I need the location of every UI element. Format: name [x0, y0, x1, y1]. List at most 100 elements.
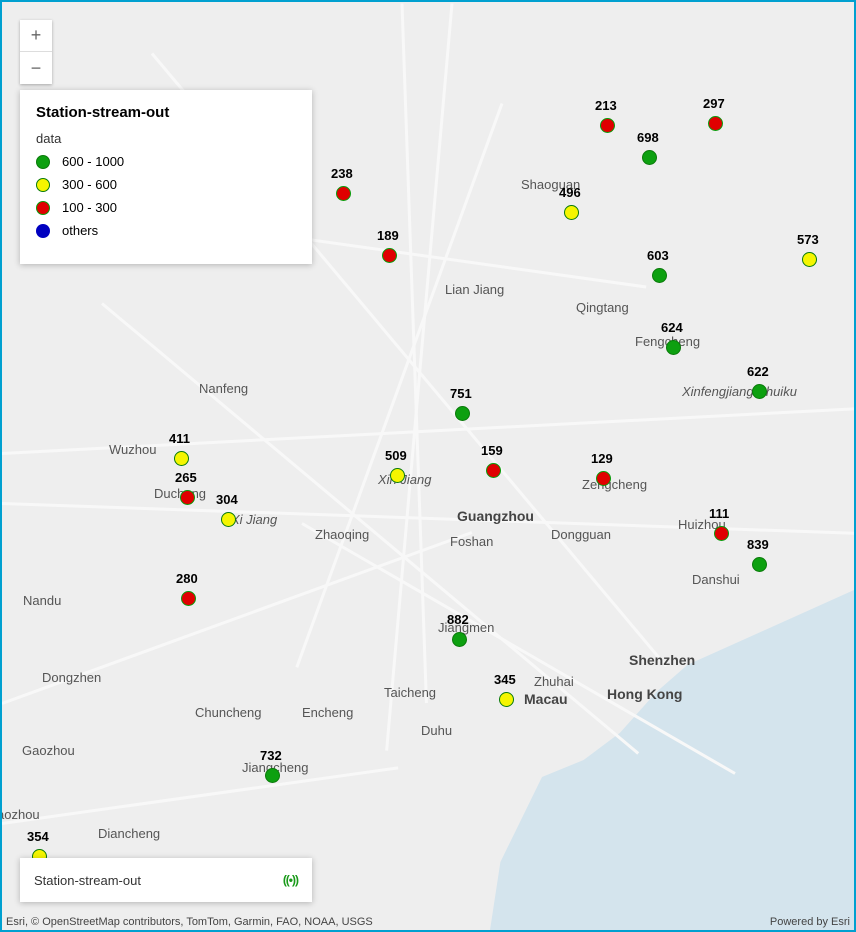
station-value: 603 — [647, 248, 669, 263]
station-dot[interactable] — [802, 252, 817, 267]
legend-swatch — [36, 155, 50, 169]
station-dot[interactable] — [600, 118, 615, 133]
station-dot[interactable] — [221, 512, 236, 527]
legend-label: 100 - 300 — [62, 200, 117, 215]
city-label: Lian Jiang — [445, 282, 504, 297]
attrib-left: Esri, © OpenStreetMap contributors, TomT… — [6, 916, 373, 928]
station-marker[interactable]: 304 — [221, 512, 236, 527]
station-marker[interactable]: 624 — [666, 340, 681, 355]
station-value: 411 — [169, 431, 190, 446]
station-dot[interactable] — [708, 116, 723, 131]
city-label: Macau — [524, 691, 568, 707]
station-value: 624 — [661, 320, 683, 335]
legend-swatch — [36, 201, 50, 215]
station-marker[interactable]: 129 — [596, 471, 611, 486]
city-label: Gaozhou — [22, 743, 75, 758]
station-marker[interactable]: 213 — [600, 118, 615, 133]
station-value: 280 — [176, 571, 198, 586]
station-value: 345 — [494, 672, 516, 687]
legend-row: 600 - 1000 — [36, 154, 296, 169]
city-label: aozhou — [0, 807, 40, 822]
attribution: Esri, © OpenStreetMap contributors, TomT… — [6, 916, 850, 928]
station-marker[interactable]: 238 — [336, 186, 351, 201]
zoom-in-button[interactable]: + — [20, 20, 52, 52]
station-dot[interactable] — [486, 463, 501, 478]
legend-swatch — [36, 178, 50, 192]
station-value: 111 — [709, 506, 729, 521]
station-dot[interactable] — [564, 205, 579, 220]
city-label: Foshan — [450, 534, 493, 549]
station-value: 354 — [27, 829, 49, 844]
station-dot[interactable] — [714, 526, 729, 541]
station-value: 238 — [331, 166, 353, 181]
station-marker[interactable]: 882 — [452, 632, 467, 647]
station-dot[interactable] — [596, 471, 611, 486]
station-dot[interactable] — [180, 490, 195, 505]
station-marker[interactable]: 265 — [180, 490, 195, 505]
station-value: 573 — [797, 232, 819, 247]
city-label: Nanfeng — [199, 381, 248, 396]
city-label: Zhaoqing — [315, 527, 369, 542]
station-value: 839 — [747, 537, 769, 552]
station-marker[interactable]: 189 — [382, 248, 397, 263]
station-marker[interactable]: 345 — [499, 692, 514, 707]
city-label: Dongzhen — [42, 670, 101, 685]
station-marker[interactable]: 297 — [708, 116, 723, 131]
station-dot[interactable] — [336, 186, 351, 201]
station-dot[interactable] — [666, 340, 681, 355]
station-marker[interactable]: 111 — [714, 526, 729, 541]
station-dot[interactable] — [455, 406, 470, 421]
city-label: Encheng — [302, 705, 353, 720]
station-marker[interactable]: 496 — [564, 205, 579, 220]
legend-label: 300 - 600 — [62, 177, 117, 192]
station-dot[interactable] — [652, 268, 667, 283]
city-label: Shenzhen — [629, 652, 695, 668]
city-label: Danshui — [692, 572, 740, 587]
station-value: 304 — [216, 492, 238, 507]
station-value: 213 — [595, 98, 617, 113]
station-dot[interactable] — [174, 451, 189, 466]
station-dot[interactable] — [452, 632, 467, 647]
station-dot[interactable] — [499, 692, 514, 707]
city-label: Hong Kong — [607, 686, 682, 702]
station-dot[interactable] — [265, 768, 280, 783]
station-dot[interactable] — [752, 384, 767, 399]
station-dot[interactable] — [752, 557, 767, 572]
station-value: 882 — [447, 612, 469, 627]
city-label: Qingtang — [576, 300, 629, 315]
station-marker[interactable]: 732 — [265, 768, 280, 783]
station-marker[interactable]: 622 — [752, 384, 767, 399]
station-marker[interactable]: 411 — [174, 451, 189, 466]
station-marker[interactable]: 573 — [802, 252, 817, 267]
station-marker[interactable]: 159 — [486, 463, 501, 478]
station-dot[interactable] — [382, 248, 397, 263]
legend-row: 100 - 300 — [36, 200, 296, 215]
station-dot[interactable] — [181, 591, 196, 606]
legend-label: others — [62, 223, 98, 238]
station-marker[interactable]: 839 — [752, 557, 767, 572]
legend-label: 600 - 1000 — [62, 154, 124, 169]
layer-bar: Station-stream-out ((•)) — [20, 858, 312, 902]
station-value: 297 — [703, 96, 725, 111]
station-value: 129 — [591, 451, 613, 466]
city-label: Guangzhou — [457, 508, 534, 524]
city-label: Taicheng — [384, 685, 436, 700]
stream-icon[interactable]: ((•)) — [283, 873, 298, 887]
attrib-right: Powered by Esri — [770, 916, 850, 928]
station-marker[interactable]: 698 — [642, 150, 657, 165]
station-marker[interactable]: 280 — [181, 591, 196, 606]
legend-row: 300 - 600 — [36, 177, 296, 192]
station-marker[interactable]: 751 — [455, 406, 470, 421]
legend-subtitle: data — [36, 131, 296, 146]
station-value: 751 — [450, 386, 472, 401]
station-value: 496 — [559, 185, 581, 200]
station-dot[interactable] — [642, 150, 657, 165]
city-label: Xi Jiang — [231, 512, 277, 527]
map-container[interactable]: + − Station-stream-out data 600 - 1000 30… — [0, 0, 856, 932]
zoom-out-button[interactable]: − — [20, 52, 52, 84]
station-marker[interactable]: 603 — [652, 268, 667, 283]
layer-name: Station-stream-out — [34, 873, 141, 888]
station-marker[interactable]: 509 — [390, 468, 405, 483]
station-dot[interactable] — [390, 468, 405, 483]
station-value: 698 — [637, 130, 659, 145]
